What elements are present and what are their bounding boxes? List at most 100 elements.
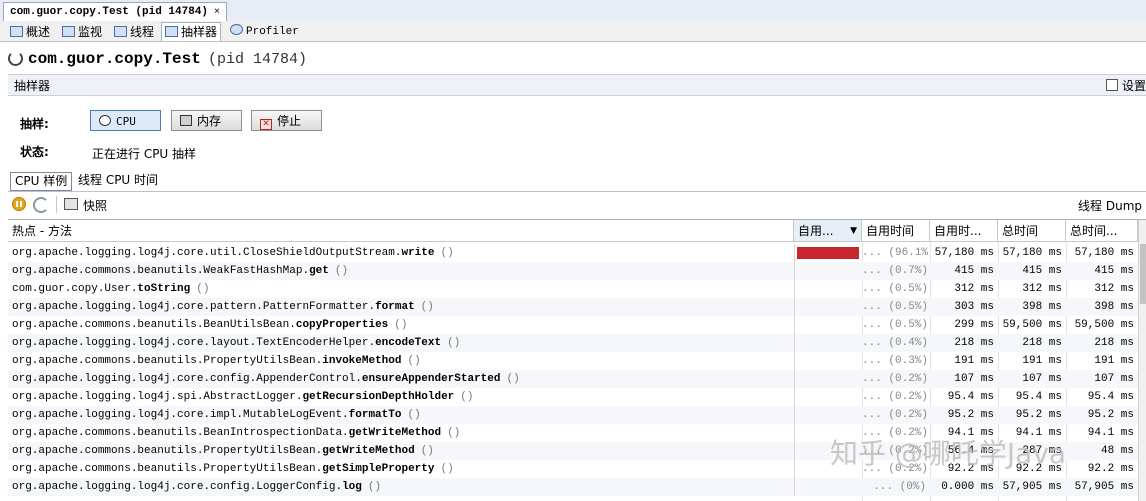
method-args: ()	[334, 265, 349, 277]
total-time-cell: 59,500 ms	[1002, 319, 1062, 331]
table-row[interactable]: org.apache.logging.log4j.core.layout.Tex…	[8, 334, 1138, 352]
sampler-title: 抽样器	[14, 79, 51, 93]
self-time-percent-cell: ... (0.5%)	[862, 301, 929, 313]
column-header-self-time-cpu[interactable]: 自用时...	[930, 220, 998, 242]
total-time-cell: 57,180 ms	[1002, 247, 1062, 259]
total-time-cpu-cell: 94.1 ms	[1087, 427, 1134, 439]
table-row[interactable]: com.guor.copy.User.toString () ... (0.5%) 3…	[8, 280, 1138, 298]
stop-button[interactable]: ✕ 停止	[251, 110, 322, 131]
app-title: com.guor.copy.Test	[28, 50, 201, 68]
method-name: getWriteMethod	[348, 427, 442, 439]
self-time-percent-cell: ... (0.4%)	[862, 337, 929, 349]
self-time-bar-cell	[794, 298, 860, 316]
sort-desc-icon: ▼	[850, 226, 857, 236]
total-time-cell: 95.4 ms	[1015, 391, 1062, 403]
column-header-total-time-cpu[interactable]: 总时间...	[1066, 220, 1138, 242]
total-time-cell: 191 ms	[1022, 355, 1062, 367]
tab-monitor[interactable]: 监视	[58, 22, 106, 42]
self-time-cell: 415 ms	[954, 265, 994, 277]
self-time-cell: 191 ms	[954, 355, 994, 367]
method-package: org.apache.logging.log4j.core.pattern.Pa…	[12, 301, 376, 313]
tab-thread-cpu-time[interactable]: 线程 CPU 时间	[74, 172, 162, 189]
method-cell: org.apache.logging.log4j.core.config.Log…	[8, 478, 794, 496]
method-name: invokeMethod	[322, 355, 402, 367]
clock-icon	[99, 115, 111, 126]
tab-threads[interactable]: 线程	[110, 22, 158, 42]
self-time-bar-cell	[794, 352, 860, 370]
method-args: ()	[460, 391, 474, 403]
tab-sampler[interactable]: 抽样器	[161, 22, 222, 41]
method-package: org.apache.commons.beanutils.PropertyUti…	[12, 445, 323, 457]
app-header: com.guor.copy.Test (pid 14784)	[0, 42, 1146, 74]
checkbox-icon[interactable]	[1105, 79, 1118, 91]
status-label: 状态:	[20, 145, 49, 159]
thread-dump-button[interactable]: 线程 Dump	[1078, 197, 1142, 214]
tab-profiler[interactable]: Profiler	[226, 22, 303, 42]
profiler-icon	[230, 24, 243, 35]
toolbar: 快照 线程 Dump	[8, 193, 1146, 217]
column-header-method[interactable]: 热点 - 方法	[8, 220, 794, 242]
memory-button[interactable]: 内存	[171, 110, 242, 131]
snapshot-icon[interactable]	[64, 198, 78, 210]
method-name: getRecursionDepthHolder	[302, 391, 455, 403]
table-row[interactable]: org.apache.commons.beanutils.PropertyUti…	[8, 352, 1138, 370]
settings-checkbox[interactable]: 设置	[1105, 77, 1146, 94]
method-cell: org.apache.commons.beanutils.PropertyUti…	[8, 352, 794, 370]
table-row[interactable]: org.apache.commons.beanutils.WeakFastHas…	[8, 262, 1138, 280]
tab-cpu-samples[interactable]: CPU 样例	[10, 172, 73, 191]
overview-icon	[10, 26, 23, 37]
table-row[interactable]: org.apache.logging.log4j.core.pattern.Pa…	[8, 298, 1138, 316]
self-time-bar-cell	[794, 280, 860, 298]
method-cell: org.apache.commons.beanutils.BeanUtilsBe…	[8, 316, 794, 334]
cpu-button[interactable]: CPU	[90, 110, 161, 131]
self-time-percent-cell: ... (0.5%)	[862, 283, 929, 295]
stop-button-label: 停止	[277, 114, 302, 128]
method-name: ensureAppenderStarted	[361, 373, 501, 385]
tab-label: 概述	[26, 25, 51, 39]
self-time-bar-cell	[794, 478, 860, 496]
scrollbar-thumb[interactable]	[1140, 244, 1146, 304]
document-tab[interactable]: com.guor.copy.Test (pid 14784) ×	[3, 2, 228, 21]
table-row[interactable]: org.apache.logging.log4j.core.impl.Mutab…	[8, 406, 1138, 424]
method-cell: org.apache.logging.log4j.core.util.Close…	[8, 244, 794, 262]
view-tab-bar: 概述 监视 线程 抽样器 Profiler	[0, 21, 1146, 42]
tab-label: 线程 CPU 时间	[78, 173, 159, 187]
sampler-icon	[165, 26, 178, 37]
pause-icon[interactable]	[12, 197, 26, 211]
tab-overview[interactable]: 概述	[6, 22, 54, 42]
snapshot-button[interactable]: 快照	[83, 197, 107, 214]
column-header-self-time[interactable]: 自用时间	[862, 220, 930, 242]
table-row[interactable]: org.apache.logging.log4j.core.util.Close…	[8, 244, 1138, 262]
method-package: org.apache.commons.beanutils.PropertyUti…	[12, 355, 323, 367]
vertical-scrollbar[interactable]	[1138, 220, 1146, 501]
method-cell: org.apache.commons.beanutils.WeakFastHas…	[8, 262, 794, 280]
method-args: ()	[447, 337, 461, 349]
total-time-cpu-cell: 57,180 ms	[1074, 247, 1134, 259]
method-name: get	[309, 265, 329, 277]
total-time-cell: 312 ms	[1022, 283, 1062, 295]
method-name: format	[375, 301, 415, 313]
self-time-cell: 95.4 ms	[947, 391, 994, 403]
column-header-self-time-bar[interactable]: 自用... ▼	[794, 220, 862, 242]
table-row[interactable]: org.apache.logging.log4j.spi.AbstractLog…	[8, 388, 1138, 406]
method-cell: org.apache.commons.beanutils.BeanIntrosp…	[8, 424, 794, 442]
self-time-cell: 0.000 ms	[941, 481, 994, 493]
method-args: ()	[394, 319, 408, 331]
loading-spinner-icon	[8, 51, 23, 66]
total-time-cell: 107 ms	[1022, 373, 1062, 385]
monitor-icon	[62, 26, 75, 37]
method-package: org.apache.logging.log4j.core.impl.Mutab…	[12, 409, 349, 421]
total-time-cpu-cell: 415 ms	[1094, 265, 1134, 277]
table-row[interactable]: org.apache.logging.log4j.core.config.Log…	[8, 478, 1138, 496]
cpu-button-label: CPU	[116, 115, 136, 128]
close-icon[interactable]: ×	[214, 7, 220, 18]
self-time-cell: 107 ms	[954, 373, 994, 385]
method-cell: org.apache.commons.beanutils.PropertyUti…	[8, 442, 794, 460]
table-row[interactable]: org.apache.commons.beanutils.BeanUtilsBe…	[8, 316, 1138, 334]
method-package: org.apache.logging.log4j.spi.AbstractLog…	[12, 391, 303, 403]
column-header-total-time[interactable]: 总时间	[998, 220, 1066, 242]
app-pid: (pid 14784)	[208, 51, 308, 68]
method-args: ()	[407, 355, 421, 367]
refresh-icon[interactable]	[33, 197, 49, 213]
table-row[interactable]: org.apache.logging.log4j.core.config.App…	[8, 370, 1138, 388]
